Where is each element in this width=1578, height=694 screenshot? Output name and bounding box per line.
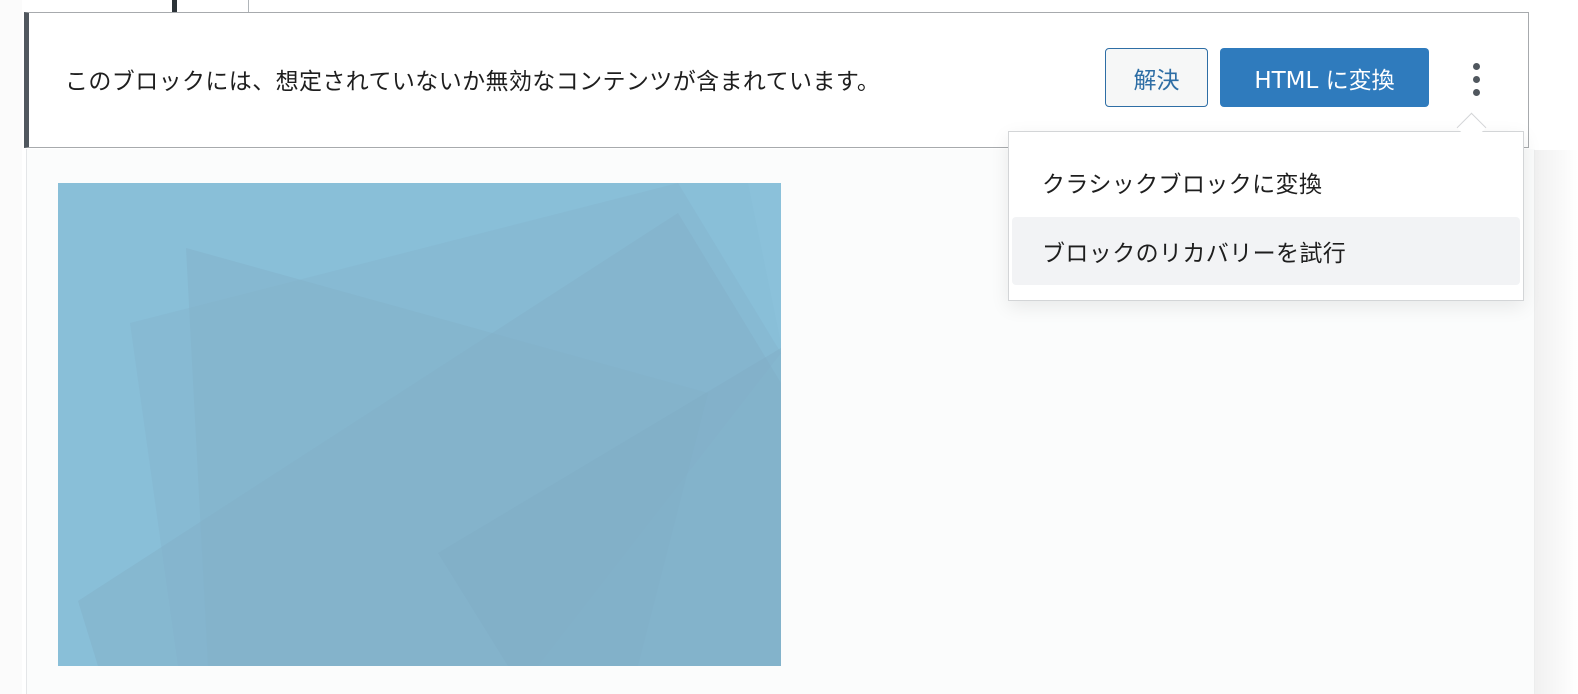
menu-dot: [1472, 88, 1480, 96]
image-placeholder[interactable]: [58, 183, 781, 666]
menu-item-convert-classic[interactable]: クラシックブロックに変換: [1012, 148, 1520, 216]
convert-to-html-button[interactable]: HTML に変換: [1220, 48, 1429, 107]
resolve-button[interactable]: 解決: [1105, 48, 1208, 107]
menu-dot: [1472, 75, 1480, 83]
menu-dot: [1472, 62, 1480, 70]
warning-message: このブロックには、想定されていないか無効なコンテンツが含まれています。: [65, 69, 881, 95]
more-options-dropdown: クラシックブロックに変換 ブロックのリカバリーを試行: [1008, 131, 1524, 301]
menu-item-attempt-recovery[interactable]: ブロックのリカバリーを試行: [1012, 217, 1520, 285]
invalid-block-warning: このブロックには、想定されていないか無効なコンテンツが含まれています。 解決 H…: [24, 12, 1529, 148]
editor-canvas: このブロックには、想定されていないか無効なコンテンツが含まれています。 解決 H…: [0, 0, 1578, 694]
editor-gutter: [0, 0, 22, 694]
polygon-pattern-image: [58, 183, 781, 666]
more-vertical-icon[interactable]: [1459, 53, 1493, 105]
editor-shadow: [1534, 150, 1578, 694]
